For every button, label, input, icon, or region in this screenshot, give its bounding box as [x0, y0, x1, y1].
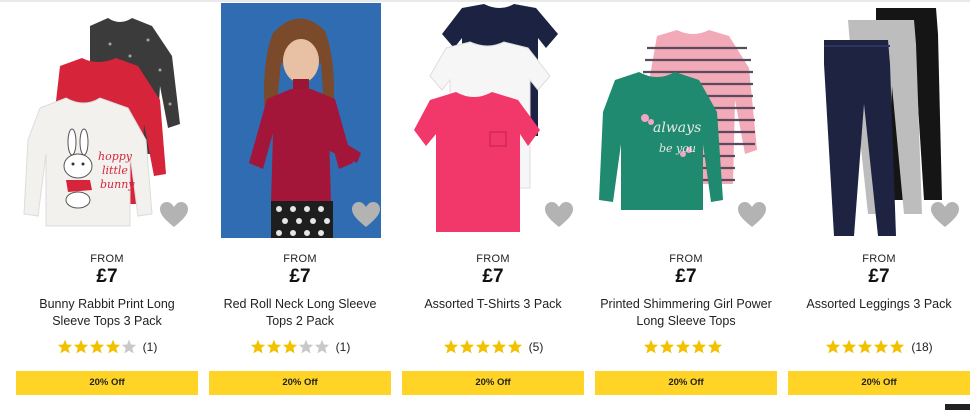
from-label: FROM [669, 253, 703, 265]
star-icon [250, 340, 265, 354]
product-card[interactable]: FROM £7 Red Roll Neck Long Sleeve Tops 2… [209, 0, 391, 410]
price: £7 [482, 266, 504, 287]
review-count: (18) [911, 339, 933, 354]
scroll-corner[interactable] [945, 404, 970, 410]
print-text-2: be you [659, 142, 696, 155]
heart-icon[interactable] [737, 201, 767, 229]
star-icon [675, 340, 691, 354]
review-count: (1) [335, 339, 351, 354]
star-icon [491, 340, 506, 354]
print-text-3: bunny [100, 178, 135, 191]
star-icon [298, 340, 313, 354]
star-icon [707, 340, 723, 354]
rating: (18) [788, 339, 970, 354]
review-count: (1) [142, 339, 158, 354]
product-name[interactable]: Assorted Leggings 3 Pack [792, 296, 966, 313]
from-label: FROM [283, 253, 317, 265]
offer-badge[interactable]: 20% Off [209, 371, 391, 395]
star-icon [266, 340, 281, 354]
heart-icon[interactable] [930, 201, 960, 229]
star-icon [121, 340, 136, 354]
product-name[interactable]: Bunny Rabbit Print Long Sleeve Tops 3 Pa… [20, 296, 194, 330]
rating: (1) [209, 339, 391, 354]
review-count: (5) [528, 339, 544, 354]
from-label: FROM [862, 253, 896, 265]
star-rating [250, 339, 330, 354]
star-rating [643, 339, 723, 354]
star-icon [443, 340, 458, 354]
product-image[interactable] [792, 4, 952, 238]
print-text-2: little [102, 164, 128, 177]
star-icon [475, 340, 490, 354]
product-grid: hoppy little bunny FROM £7 Bunny Rabbit … [0, 0, 970, 410]
star-icon [826, 340, 841, 354]
star-rating [443, 339, 523, 354]
heart-icon[interactable] [544, 201, 574, 229]
star-icon [507, 340, 522, 354]
price: £7 [289, 266, 311, 287]
star-icon [73, 340, 88, 354]
product-image[interactable]: hoppy little bunny [20, 4, 180, 238]
product-name[interactable]: Red Roll Neck Long Sleeve Tops 2 Pack [213, 296, 387, 330]
price: £7 [675, 266, 697, 287]
print-text-1: hoppy [98, 150, 133, 163]
offer-badge[interactable]: 20% Off [402, 371, 584, 395]
offer-badge[interactable]: 20% Off [595, 371, 777, 395]
price: £7 [868, 266, 890, 287]
heart-icon[interactable] [159, 201, 189, 229]
from-label: FROM [476, 253, 510, 265]
star-rating [825, 339, 905, 354]
rating: (1) [16, 339, 198, 354]
star-icon [57, 340, 72, 354]
star-icon [314, 340, 329, 354]
product-name[interactable]: Assorted T-Shirts 3 Pack [406, 296, 580, 313]
star-icon [282, 340, 297, 354]
star-icon [890, 340, 905, 354]
product-card[interactable]: always be you FROM £7 Printed Shimmering… [595, 0, 777, 410]
star-rating [57, 339, 137, 354]
heart-icon[interactable] [351, 201, 381, 229]
star-icon [874, 340, 889, 354]
star-icon [659, 340, 675, 354]
rating: (5) [402, 339, 584, 354]
star-icon [105, 340, 120, 354]
star-icon [858, 340, 873, 354]
product-card[interactable]: FROM £7 Assorted Leggings 3 Pack (18) 20… [788, 0, 970, 410]
print-text-1: always [653, 120, 701, 136]
product-card[interactable]: FROM £7 Assorted T-Shirts 3 Pack (5) 20%… [402, 0, 584, 410]
product-name[interactable]: Printed Shimmering Girl Power Long Sleev… [599, 296, 773, 330]
star-icon [643, 340, 659, 354]
from-label: FROM [90, 253, 124, 265]
star-icon [842, 340, 857, 354]
star-icon [691, 340, 707, 354]
star-icon [459, 340, 474, 354]
product-card[interactable]: hoppy little bunny FROM £7 Bunny Rabbit … [16, 0, 198, 410]
price: £7 [96, 266, 118, 287]
rating [595, 339, 777, 354]
star-icon [89, 340, 104, 354]
offer-badge[interactable]: 20% Off [788, 371, 970, 395]
product-image[interactable]: always be you [597, 4, 757, 238]
offer-badge[interactable]: 20% Off [16, 371, 198, 395]
